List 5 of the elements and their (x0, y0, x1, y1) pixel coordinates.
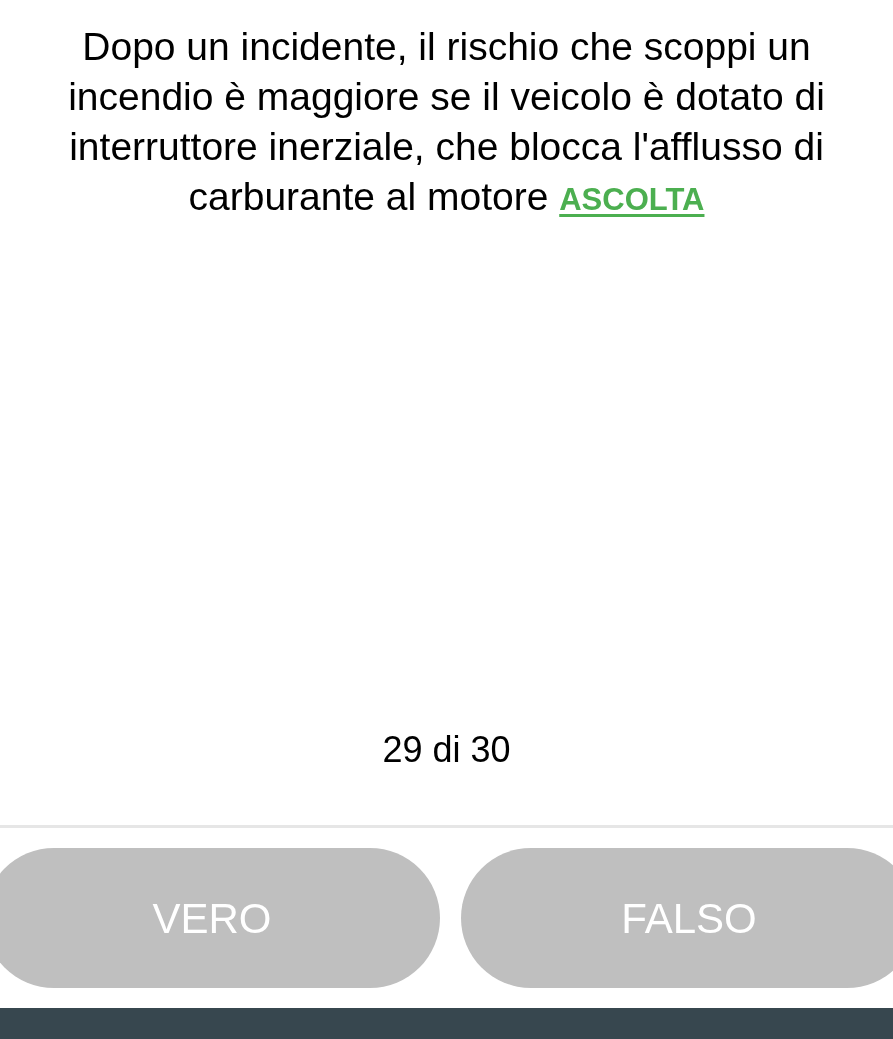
answer-button[interactable]: FALSO (461, 848, 893, 988)
question-text: Dopo un incidente, il rischio che scoppi un incendio è maggiore se il veicolo è dotato di interruttore inerziale, che blocca l'afflusso di carburante al motore ASCOLTA (67, 24, 826, 220)
progress-counter: 29 di 30 (382, 728, 511, 772)
answer-button[interactable]: VERO (0, 848, 440, 988)
listen-link[interactable]: ASCOLTA (559, 182, 705, 217)
